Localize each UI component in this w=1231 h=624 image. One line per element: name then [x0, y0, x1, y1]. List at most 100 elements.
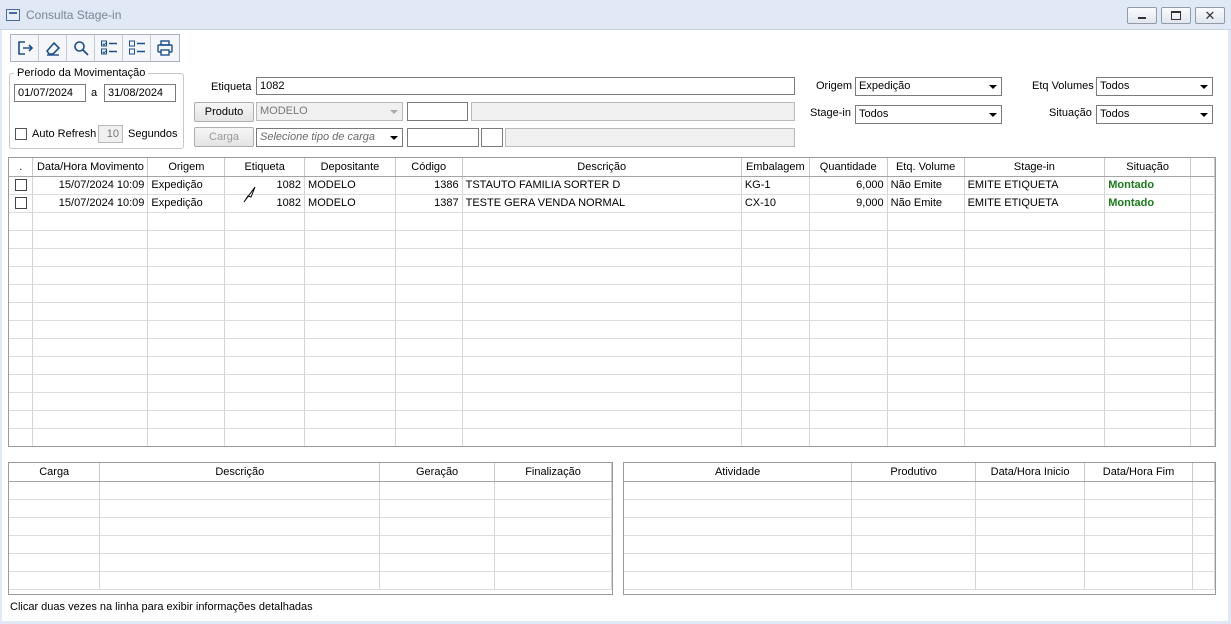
title-bar [0, 0, 1231, 30]
empty-cell [964, 338, 1106, 357]
origem-label: Origem [816, 80, 853, 92]
print-button[interactable] [151, 35, 179, 61]
col-select[interactable]: . [9, 158, 34, 177]
close-button[interactable]: ✕ [1195, 7, 1225, 24]
movements-grid[interactable]: . Data/Hora Movimento Origem Etiqueta De… [8, 157, 1216, 447]
exit-button[interactable] [11, 35, 39, 61]
col-filler [1190, 158, 1215, 177]
col-embalagem[interactable]: Embalagem [741, 158, 810, 177]
empty-row [9, 320, 1215, 339]
col-stagein[interactable]: Stage-in [964, 158, 1106, 177]
carga-grid[interactable]: Carga Descrição Geração Finalização [8, 462, 613, 595]
empty-cell [9, 499, 101, 518]
chevron-down-icon [1196, 79, 1211, 94]
cell-origem: Expedição [147, 194, 226, 213]
search-button[interactable] [67, 35, 95, 61]
carga-seq-input[interactable] [481, 128, 503, 147]
empty-cell [1104, 248, 1192, 267]
col-datahora[interactable]: Data/Hora Movimento [32, 158, 149, 177]
empty-cell [887, 248, 965, 267]
col-etiqueta[interactable]: Etiqueta [224, 158, 306, 177]
auto-refresh-checkbox[interactable] [15, 128, 27, 140]
empty-cell [851, 481, 977, 500]
col-etq-volume[interactable]: Etq. Volume [887, 158, 965, 177]
empty-cell [494, 571, 612, 590]
empty-row [624, 517, 1215, 536]
empty-cell [9, 248, 34, 267]
etq-volumes-select[interactable]: Todos [1096, 77, 1213, 96]
empty-cell [624, 535, 853, 554]
empty-cell [395, 248, 463, 267]
col-datahora-fim[interactable]: Data/Hora Fim [1084, 463, 1193, 482]
col-carga[interactable]: Carga [9, 463, 101, 482]
empty-cell [32, 266, 149, 285]
empty-cell [462, 212, 742, 231]
refresh-seconds-input[interactable]: 10 [98, 125, 123, 143]
origem-select[interactable]: Expedição [855, 77, 1002, 96]
col-produtivo[interactable]: Produtivo [851, 463, 977, 482]
carga-header-row: Carga Descrição Geração Finalização [9, 463, 612, 482]
row-checkbox-cell[interactable] [9, 176, 34, 195]
empty-row [9, 499, 612, 518]
empty-row [9, 392, 1215, 411]
empty-cell [964, 212, 1106, 231]
empty-cell [224, 374, 306, 393]
situacao-select[interactable]: Todos [1096, 105, 1213, 124]
empty-cell [147, 302, 226, 321]
etiqueta-input[interactable]: 1082 [256, 77, 795, 95]
produto-button[interactable]: Produto [194, 102, 254, 122]
atividade-grid[interactable]: Atividade Produtivo Data/Hora Inicio Dat… [623, 462, 1216, 595]
table-row[interactable]: 15/07/2024 10:09 Expedição 1082 MODELO 1… [9, 176, 1215, 195]
empty-cell [494, 553, 612, 572]
col-geracao[interactable]: Geração [379, 463, 496, 482]
empty-cell [1104, 374, 1192, 393]
empty-cell [851, 553, 977, 572]
minimize-button[interactable] [1127, 7, 1157, 24]
col-origem[interactable]: Origem [147, 158, 226, 177]
empty-cell [887, 302, 965, 321]
table-row[interactable]: 15/07/2024 10:09 Expedição 1082 MODELO 1… [9, 194, 1215, 213]
col-datahora-inicio[interactable]: Data/Hora Inicio [975, 463, 1086, 482]
row-checkbox[interactable] [14, 197, 27, 210]
clear-button[interactable] [39, 35, 67, 61]
uncheck-all-button[interactable] [123, 35, 151, 61]
empty-cell [809, 392, 888, 411]
origem-select-value: Expedição [859, 80, 911, 92]
empty-cell [494, 499, 612, 518]
cell-stagein: EMITE ETIQUETA [964, 194, 1106, 213]
mouse-cursor-icon [243, 186, 256, 203]
row-checkbox-cell[interactable] [9, 194, 34, 213]
col-finalizacao[interactable]: Finalização [494, 463, 612, 482]
carga-type-select[interactable]: Selecione tipo de carga [256, 128, 403, 147]
date-from-input[interactable]: 01/07/2024 [14, 84, 86, 102]
empty-cell [741, 374, 810, 393]
stagein-select[interactable]: Todos [855, 105, 1002, 124]
check-all-button[interactable] [95, 35, 123, 61]
col-carga-descricao[interactable]: Descrição [99, 463, 381, 482]
empty-cell [809, 338, 888, 357]
maximize-button[interactable] [1161, 7, 1191, 24]
col-quantidade[interactable]: Quantidade [809, 158, 888, 177]
empty-cell [964, 302, 1106, 321]
col-codigo[interactable]: Código [395, 158, 463, 177]
empty-cell [462, 356, 742, 375]
col-atividade[interactable]: Atividade [624, 463, 853, 482]
date-to-input[interactable]: 31/08/2024 [104, 84, 176, 102]
empty-row [9, 535, 612, 554]
carga-button[interactable]: Carga [194, 127, 254, 147]
carga-code-input[interactable] [407, 128, 479, 147]
empty-row [9, 230, 1215, 249]
empty-cell [147, 410, 226, 429]
empty-cell [462, 410, 742, 429]
empty-cell [304, 230, 396, 249]
col-descricao[interactable]: Descrição [462, 158, 742, 177]
col-depositante[interactable]: Depositante [304, 158, 396, 177]
empty-cell [741, 284, 810, 303]
row-checkbox[interactable] [14, 179, 27, 192]
produto-select[interactable]: MODELO [256, 102, 403, 121]
col-situacao[interactable]: Situação [1104, 158, 1192, 177]
empty-cell [99, 571, 381, 590]
empty-cell [304, 302, 396, 321]
empty-cell [304, 212, 396, 231]
produto-code-input[interactable] [407, 102, 468, 121]
